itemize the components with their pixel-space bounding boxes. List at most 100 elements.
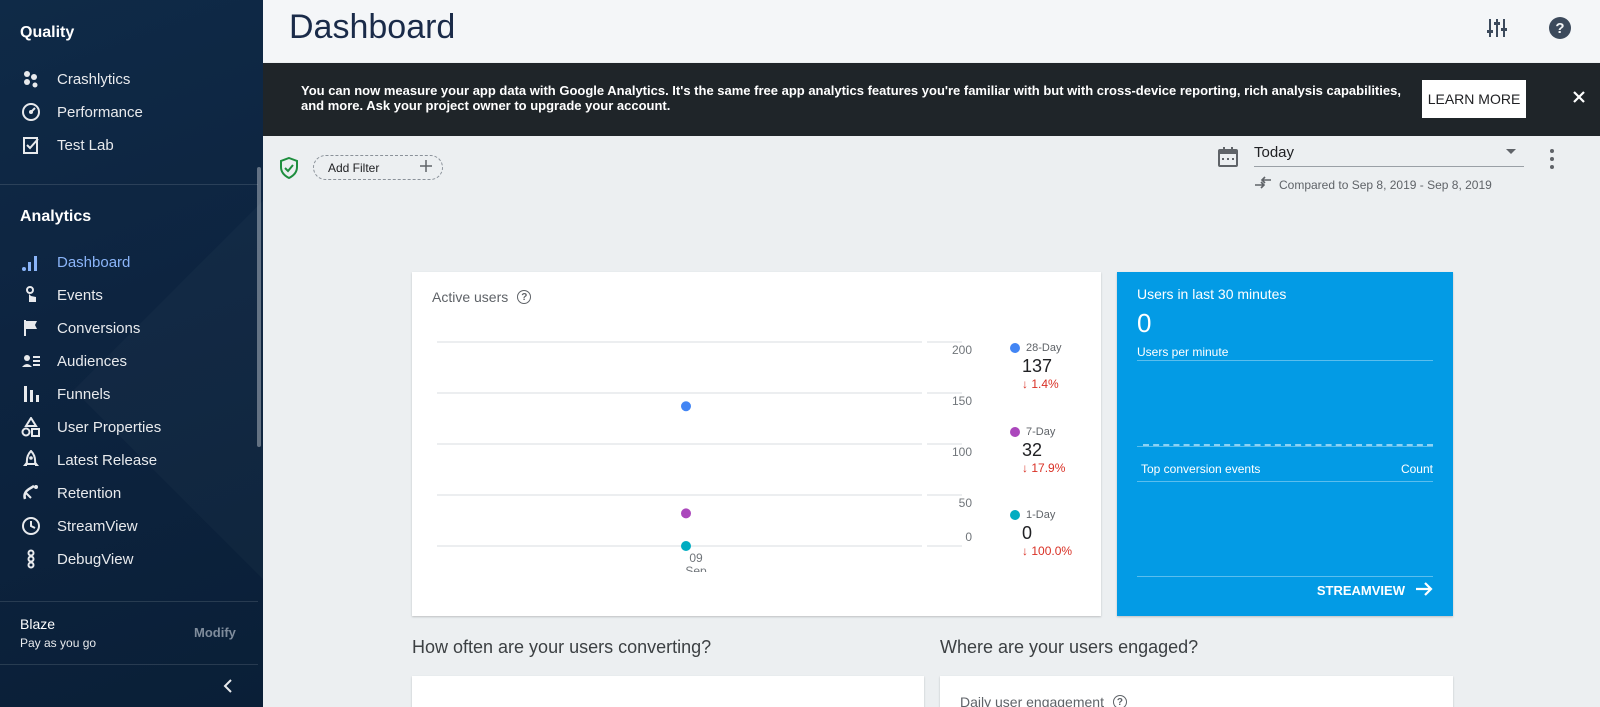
plus-icon: [420, 160, 432, 175]
sidebar-item-dashboard[interactable]: Dashboard: [20, 247, 245, 277]
dashboard-icon: [20, 251, 42, 273]
sidebar-divider: [0, 664, 258, 665]
top-conversion-events-header: Top conversion events: [1141, 462, 1261, 476]
x-tick-label: Sep: [685, 564, 707, 572]
y-tick-label: 50: [959, 496, 973, 510]
close-icon: [1572, 90, 1586, 109]
more-vert-icon-dot: [1550, 165, 1554, 169]
shield-check-icon: [279, 156, 299, 184]
plan-name: Blaze: [20, 616, 56, 632]
sidebar-item-funnels[interactable]: Funnels: [20, 379, 245, 409]
active-users-card: Active users ? 0 50 100 150 200 09 Sep 28-Day…: [412, 272, 1101, 616]
banner-close-button[interactable]: [1568, 88, 1590, 110]
divider: [1137, 576, 1433, 577]
add-filter-button[interactable]: Add Filter: [313, 155, 443, 180]
sidebar-item-performance[interactable]: Performance: [20, 97, 245, 127]
settings-sliders-button[interactable]: [1483, 16, 1511, 44]
divider: [1137, 481, 1433, 482]
legend-dot: [1010, 343, 1020, 353]
legend-delta-value: 17.9%: [1031, 461, 1066, 475]
sidebar-item-latest-release[interactable]: Latest Release: [20, 445, 245, 475]
learn-more-button[interactable]: LEARN MORE: [1422, 80, 1526, 118]
conversion-section-heading: How often are your users converting?: [412, 637, 712, 657]
arrow-down-icon: ↓: [1022, 544, 1032, 558]
clock-icon: [20, 515, 42, 537]
x-tick-label: 09: [689, 551, 703, 565]
active-users-chart: 0 50 100 150 200 09Sep: [437, 341, 973, 572]
sidebar-item-events[interactable]: Events: [20, 280, 245, 310]
test-lab-icon: [20, 134, 42, 156]
daily-engagement-title: Daily user engagement ?: [960, 694, 1127, 707]
help-button[interactable]: ?: [1546, 16, 1574, 44]
divider: [1137, 360, 1433, 361]
sidebar-item-retention[interactable]: Retention: [20, 478, 245, 508]
legend-delta: ↓ 100.0%: [1022, 544, 1072, 558]
sidebar-item-label: StreamView: [57, 517, 138, 535]
date-range-value: Today: [1254, 144, 1295, 161]
quality-section-title: Quality: [20, 24, 75, 41]
sidebar-item-label: Latest Release: [57, 451, 158, 469]
sidebar-item-streamview[interactable]: StreamView: [20, 511, 245, 541]
data-point-28-day[interactable]: [681, 401, 691, 412]
crashlytics-icon: [20, 68, 42, 90]
sidebar-item-conversions[interactable]: Conversions: [20, 313, 245, 343]
sidebar-item-label: Conversions: [57, 319, 141, 337]
legend-delta: ↓ 17.9%: [1022, 461, 1065, 475]
sidebar-item-label: Retention: [57, 484, 122, 502]
sidebar-item-user-properties[interactable]: User Properties: [20, 412, 245, 442]
dropdown-caret-icon: [1506, 149, 1516, 154]
tune-icon: [1486, 17, 1508, 44]
compare-text: Compared to Sep 8, 2019 - Sep 8, 2019: [1279, 178, 1492, 192]
engagement-section-heading: Where are your users engaged?: [940, 637, 1199, 657]
sidebar-scrollbar[interactable]: [257, 167, 261, 447]
sidebar-item-label: Dashboard: [57, 253, 131, 271]
legend-dot: [1010, 510, 1020, 520]
sidebar-divider: [0, 601, 258, 602]
sidebar-item-label: User Properties: [57, 418, 162, 436]
legend-1-day: 1-Day 0 ↓ 100.0%: [1010, 509, 1072, 558]
sidebar-item-debugview[interactable]: DebugView: [20, 544, 245, 574]
sidebar-item-label: Performance: [57, 103, 143, 121]
legend-delta-value: 100.0%: [1031, 544, 1073, 558]
arrow-right-icon: [1415, 581, 1433, 600]
banner-text: You can now measure your app data with G…: [301, 83, 1401, 113]
legend-dot: [1010, 427, 1020, 437]
streamview-link[interactable]: STREAMVIEW: [1317, 581, 1433, 600]
analytics-section-title: Analytics: [20, 208, 92, 225]
data-point-7-day[interactable]: [681, 508, 691, 519]
page-header: Dashboard ?: [263, 0, 1600, 62]
sidebar-item-test-lab[interactable]: Test Lab: [20, 130, 245, 160]
calendar-icon[interactable]: [1217, 146, 1239, 173]
arrow-down-icon: ↓: [1022, 377, 1032, 391]
date-range-select[interactable]: Today: [1254, 141, 1524, 167]
help-circle-icon[interactable]: ?: [517, 290, 532, 304]
streamview-title: Users in last 30 minutes: [1137, 286, 1287, 302]
y-tick-label: 0: [965, 530, 972, 544]
funnels-icon: [20, 383, 42, 405]
svg-text:?: ?: [1555, 20, 1564, 37]
count-header: Count: [1400, 462, 1433, 476]
sidebar-divider: [0, 184, 258, 185]
engagement-card: Daily user engagement ?: [940, 676, 1453, 707]
help-icon: ?: [1548, 16, 1572, 45]
sidebar-item-crashlytics[interactable]: Crashlytics: [20, 64, 245, 94]
plan-description: Pay as you go: [20, 636, 97, 650]
y-tick-label: 150: [952, 394, 972, 408]
sidebar: Quality Crashlytics Performance Test Lab…: [0, 0, 263, 707]
more-options-button[interactable]: [1545, 147, 1559, 171]
divider: [1137, 446, 1433, 447]
data-point-1-day[interactable]: [681, 541, 691, 551]
compare-arrows-icon: [1254, 176, 1272, 195]
sidebar-item-label: Audiences: [57, 352, 128, 370]
collapse-sidebar-button[interactable]: [218, 678, 238, 698]
more-vert-icon-dot: [1550, 157, 1554, 161]
page-title: Dashboard: [289, 8, 456, 46]
events-icon: [20, 284, 42, 306]
sidebar-item-audiences[interactable]: Audiences: [20, 346, 245, 376]
help-circle-icon[interactable]: ?: [1112, 695, 1127, 707]
retention-icon: [20, 482, 42, 504]
performance-icon: [20, 101, 42, 123]
modify-plan-link[interactable]: Modify: [194, 625, 236, 640]
flag-icon: [20, 317, 42, 339]
debug-icon: [20, 548, 42, 570]
